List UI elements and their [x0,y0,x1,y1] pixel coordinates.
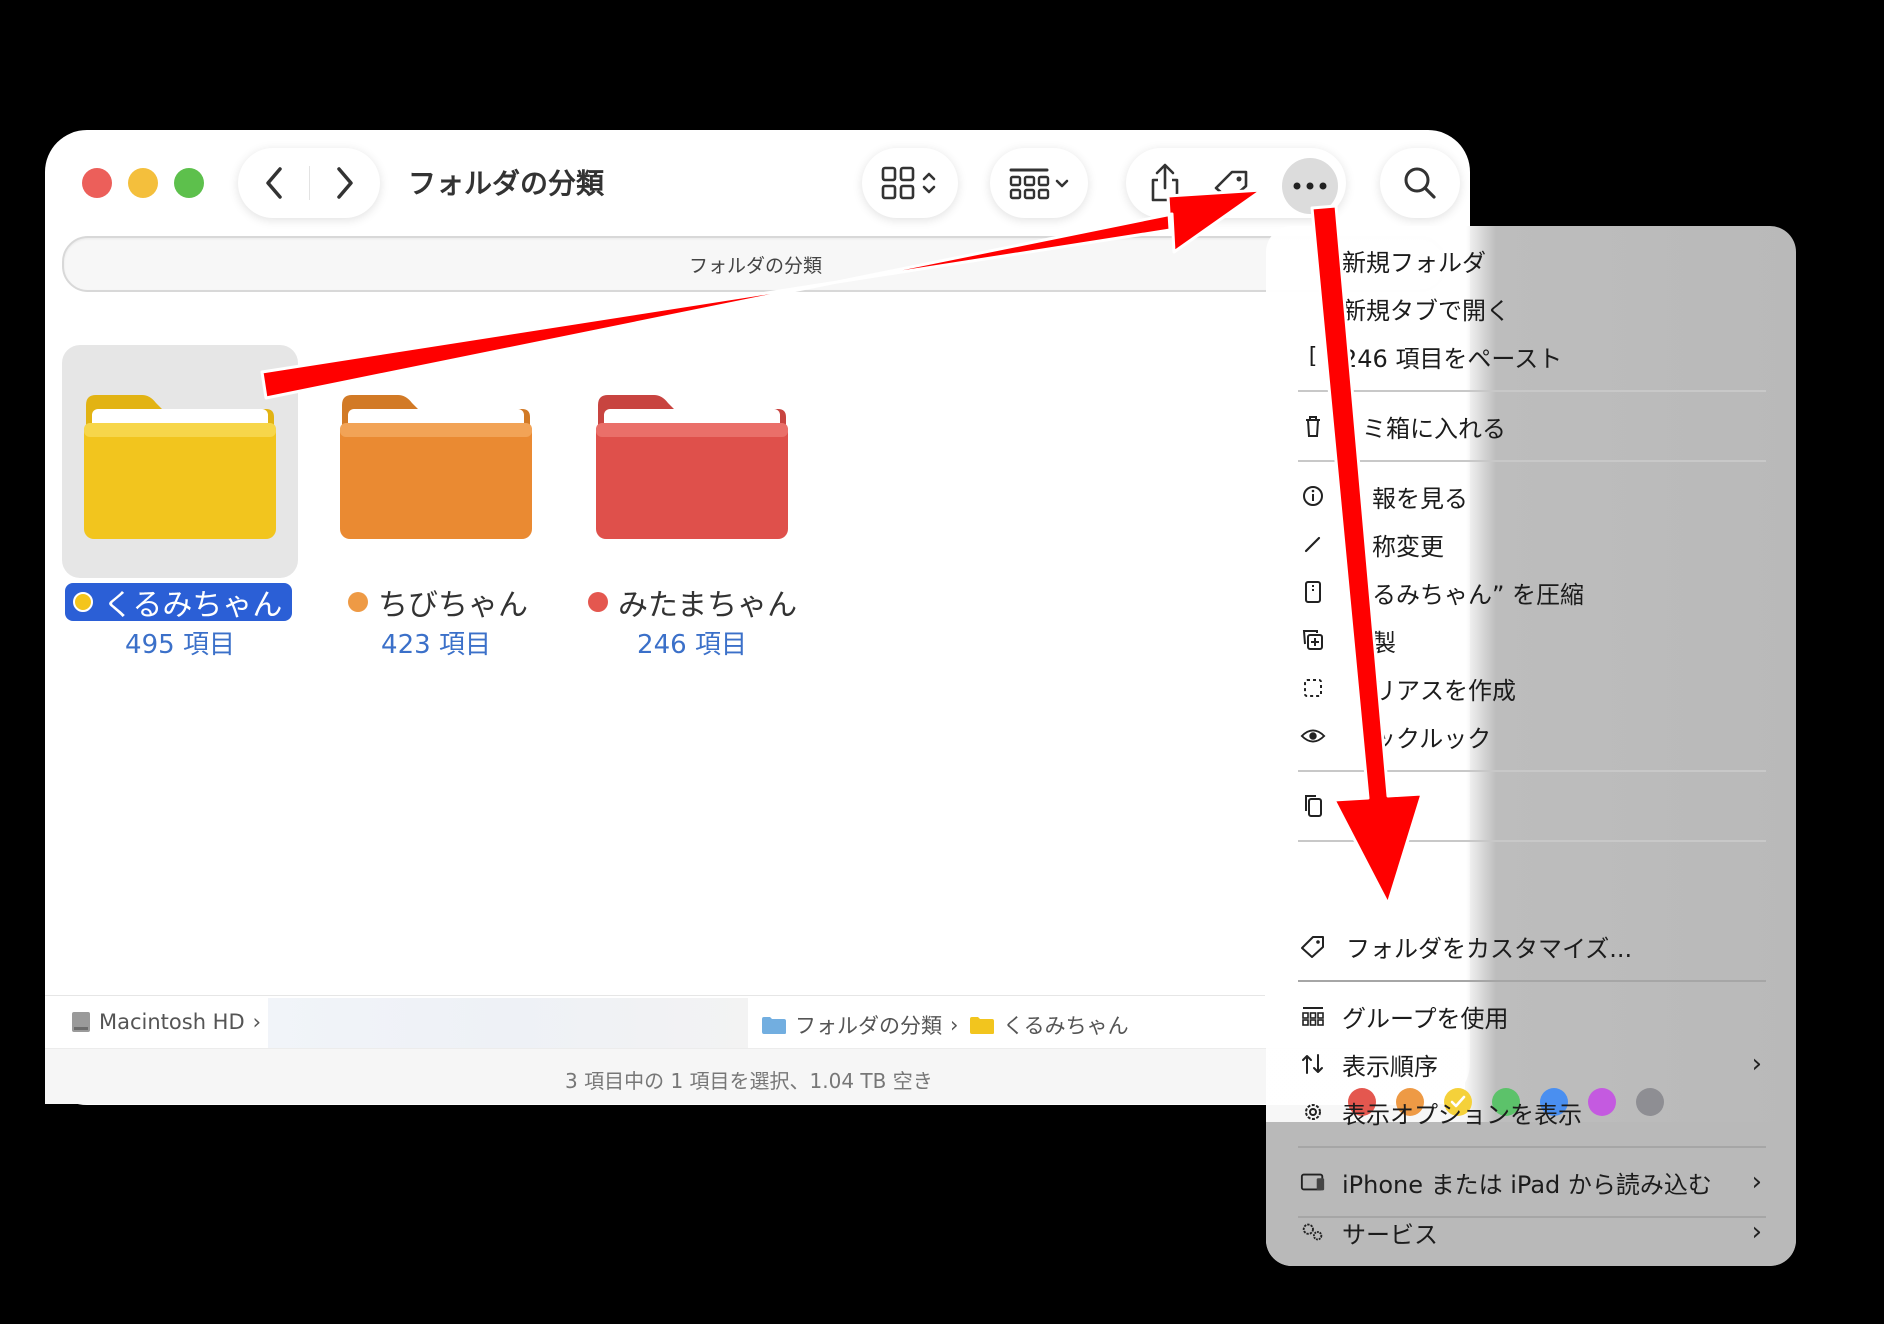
arrow-to-more-button [260,188,1264,400]
annotation-arrows [260,188,1424,906]
arrow-to-customize [1310,204,1424,906]
